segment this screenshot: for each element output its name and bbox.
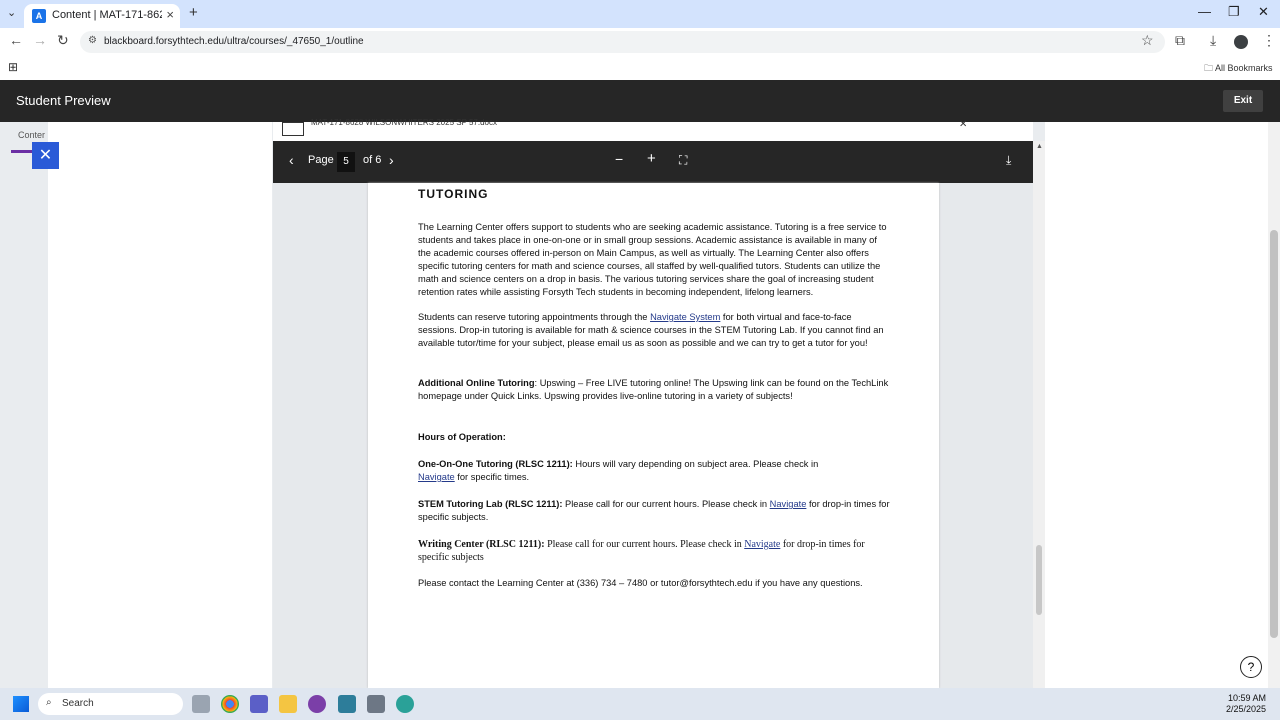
- document-close-icon[interactable]: ✕: [959, 119, 967, 130]
- blackboard-favicon-icon: A: [32, 9, 46, 23]
- all-bookmarks-label: All Bookmarks: [1215, 63, 1273, 73]
- search-icon: ⌕: [46, 697, 52, 708]
- browser-tab[interactable]: A Content | MAT-171-8628 2025 ×: [24, 4, 180, 28]
- content-tab-stub: Conter: [18, 130, 46, 140]
- writing-center-text-a: Please call for our current hours. Pleas…: [544, 539, 745, 550]
- taskbar-clock[interactable]: 10:59 AM 2/25/2025: [1222, 693, 1266, 715]
- document-header: MAT-171-8628 WILSONWHITERS 2025 SP 57.do…: [273, 118, 1033, 141]
- close-panel-button[interactable]: ✕: [32, 142, 59, 169]
- extensions-icon[interactable]: ⧉: [1175, 32, 1185, 49]
- fullscreen-icon[interactable]: ⛶: [679, 153, 687, 168]
- windows-start-icon[interactable]: [13, 696, 29, 712]
- pdf-viewer-toolbar: ‹ Page of 6 › − + ⛶ ⤓: [273, 141, 1033, 183]
- student-preview-bar: Student Preview: [0, 80, 1280, 122]
- browser-menu-icon[interactable]: ⋮: [1262, 32, 1276, 49]
- tab-title: Content | MAT-171-8628 2025: [52, 9, 162, 21]
- new-tab-button[interactable]: +: [189, 4, 198, 21]
- bookmarks-bar: [0, 56, 1280, 81]
- contact-paragraph: Please contact the Learning Center at (3…: [418, 578, 863, 588]
- online-tutoring-paragraph: Additional Online Tutoring: Upswing – Fr…: [418, 377, 890, 403]
- hours-heading: Hours of Operation:: [418, 432, 506, 442]
- student-preview-title: Student Preview: [16, 93, 111, 108]
- app-icon[interactable]: [396, 695, 414, 713]
- stem-lab-text-a: Please call for our current hours. Pleas…: [562, 499, 770, 509]
- back-icon[interactable]: ←: [9, 32, 23, 48]
- viewer-scroll-up-icon[interactable]: ▲: [1036, 143, 1043, 150]
- zoom-in-icon[interactable]: +: [647, 150, 656, 167]
- help-icon[interactable]: ?: [1240, 656, 1262, 678]
- navigate-link-2[interactable]: Navigate: [770, 499, 807, 509]
- writing-center-paragraph: Writing Center (RLSC 1211): Please call …: [418, 538, 890, 564]
- navigate-link-1[interactable]: Navigate: [418, 472, 455, 482]
- tutoring-heading: TUTORING: [418, 187, 489, 201]
- online-tutoring-label: Additional Online Tutoring: [418, 378, 535, 388]
- app-w-icon[interactable]: [308, 695, 326, 713]
- site-info-icon[interactable]: ⚙: [88, 35, 97, 46]
- stem-lab-paragraph: STEM Tutoring Lab (RLSC 1211): Please ca…: [418, 498, 890, 524]
- navigate-link-3[interactable]: Navigate: [744, 539, 780, 550]
- apps-grid-icon[interactable]: ⊞: [8, 60, 18, 74]
- previous-page-icon[interactable]: ‹: [289, 152, 294, 168]
- page-label: Page: [308, 154, 334, 166]
- taskbar-search-placeholder: Search: [62, 698, 94, 709]
- stem-lab-label: STEM Tutoring Lab (RLSC 1211):: [418, 499, 563, 509]
- one-on-one-text-b: for specific times.: [454, 472, 530, 482]
- folder-icon: 🗀: [1204, 63, 1214, 73]
- left-backdrop: [0, 122, 48, 688]
- downloads-icon[interactable]: ⤓: [1210, 32, 1216, 49]
- teams-icon[interactable]: [250, 695, 268, 713]
- right-panel: [1045, 122, 1268, 688]
- camera-icon[interactable]: [367, 695, 385, 713]
- chrome-icon[interactable]: [221, 695, 239, 713]
- reload-icon[interactable]: ↻: [57, 32, 69, 49]
- close-icon: ✕: [38, 147, 53, 164]
- download-icon[interactable]: ⤓: [1006, 153, 1011, 168]
- task-view-icon[interactable]: [192, 695, 210, 713]
- navigate-system-link[interactable]: Navigate System: [650, 312, 720, 322]
- next-page-icon[interactable]: ›: [389, 152, 394, 168]
- writing-center-label: Writing Center (RLSC 1211):: [418, 539, 545, 550]
- minimize-icon[interactable]: —: [1198, 4, 1211, 19]
- page-number-input[interactable]: 5: [337, 152, 355, 172]
- one-on-one-paragraph: One-On-One Tutoring (RLSC 1211): Hours w…: [418, 458, 838, 484]
- profile-avatar[interactable]: [1234, 35, 1248, 49]
- page-count: of 6: [363, 154, 382, 166]
- exit-preview-button[interactable]: Exit: [1223, 90, 1263, 112]
- left-panel: [48, 122, 272, 688]
- tab-search-chevron-icon[interactable]: ⌄: [7, 6, 16, 19]
- one-on-one-label: One-On-One Tutoring (RLSC 1211):: [418, 459, 573, 469]
- viewer-scrollbar-thumb[interactable]: [1036, 545, 1042, 615]
- address-bar[interactable]: ⚙ blackboard.forsythtech.edu/ultra/cours…: [80, 31, 1165, 53]
- clock-time: 10:59 AM: [1227, 693, 1266, 703]
- document-name: MAT-171-8628 WILSONWHITERS 2025 SP 57.do…: [311, 118, 498, 127]
- document-icon: [282, 122, 304, 136]
- all-bookmarks-button[interactable]: 🗀 All Bookmarks: [1204, 61, 1273, 77]
- tutoring-paragraph-1: The Learning Center offers support to st…: [418, 222, 887, 297]
- bookmark-star-icon[interactable]: ☆: [1141, 32, 1154, 49]
- zoom-out-icon[interactable]: −: [615, 151, 623, 167]
- tab-close-icon[interactable]: ×: [166, 7, 174, 22]
- p2-text-a: Students can reserve tutoring appointmen…: [418, 312, 651, 322]
- file-explorer-icon[interactable]: [279, 695, 297, 713]
- document-page: TUTORING The Learning Center offers supp…: [368, 183, 939, 688]
- forward-icon[interactable]: →: [33, 32, 47, 48]
- notepad-icon[interactable]: [338, 695, 356, 713]
- page-scrollbar-thumb[interactable]: [1270, 230, 1278, 638]
- restore-icon[interactable]: ❐: [1228, 4, 1240, 20]
- window-close-icon[interactable]: ✕: [1258, 4, 1269, 20]
- clock-date: 2/25/2025: [1225, 704, 1266, 714]
- address-url: blackboard.forsythtech.edu/ultra/courses…: [104, 36, 364, 47]
- tutoring-paragraph-2: Students can reserve tutoring appointmen…: [418, 311, 890, 350]
- one-on-one-text-a: Hours will vary depending on subject are…: [572, 459, 819, 469]
- taskbar-search-box[interactable]: ⌕ Search: [38, 693, 183, 715]
